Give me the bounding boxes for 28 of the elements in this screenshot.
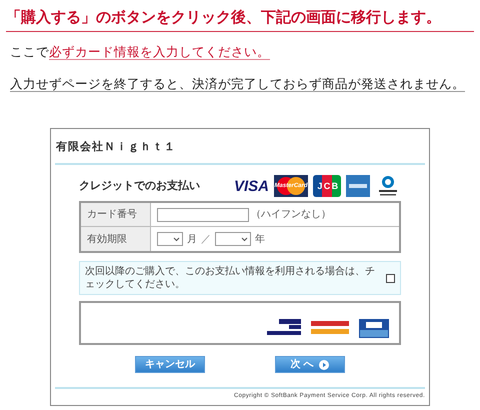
chevron-down-icon: [173, 236, 180, 242]
cancel-button[interactable]: キャンセル: [135, 356, 205, 373]
card-logo: JCB: [313, 175, 341, 197]
play-icon: [319, 360, 330, 370]
save-checkbox[interactable]: [386, 274, 395, 282]
chevron-down-icon: [241, 236, 248, 242]
card-number-field[interactable]: [157, 208, 249, 222]
card-logo: VISA: [234, 178, 269, 194]
save-option-label: 次回以降のご購入で、このお支払い情報を利用される場合は、チェックしてください。: [85, 265, 376, 291]
field-hint: （ハイフンなし）: [251, 208, 331, 222]
secure-badge-icon: [359, 318, 389, 338]
instruction-highlight: 必ずカード情報を入力してください。: [49, 45, 270, 60]
heading: 「購入する」のボタンをクリック後、下記の画面に移行します。: [6, 9, 441, 26]
warning-text: 入力せずページを終了すると、決済が完了しておらず商品が発送されません。: [10, 77, 465, 92]
instruction-prefix: ここで: [10, 45, 49, 59]
unit-label: 月: [187, 232, 197, 246]
dropdown[interactable]: [157, 232, 183, 246]
next-button[interactable]: 次 へ: [275, 356, 345, 373]
field-label: 有効期限: [87, 232, 127, 246]
dropdown[interactable]: [215, 232, 251, 246]
unit-label: 年: [255, 232, 265, 246]
separator: ／: [201, 232, 211, 246]
secure-badge-icon: [311, 321, 349, 335]
secure-badge-icon: [267, 319, 301, 337]
panel-title: 有限会社Ｎｉｇｈｔ１: [56, 141, 176, 153]
field-label: カード番号: [87, 208, 137, 222]
card-logo-icon: [346, 175, 370, 197]
section-title: クレジットでのお支払い: [79, 178, 200, 194]
